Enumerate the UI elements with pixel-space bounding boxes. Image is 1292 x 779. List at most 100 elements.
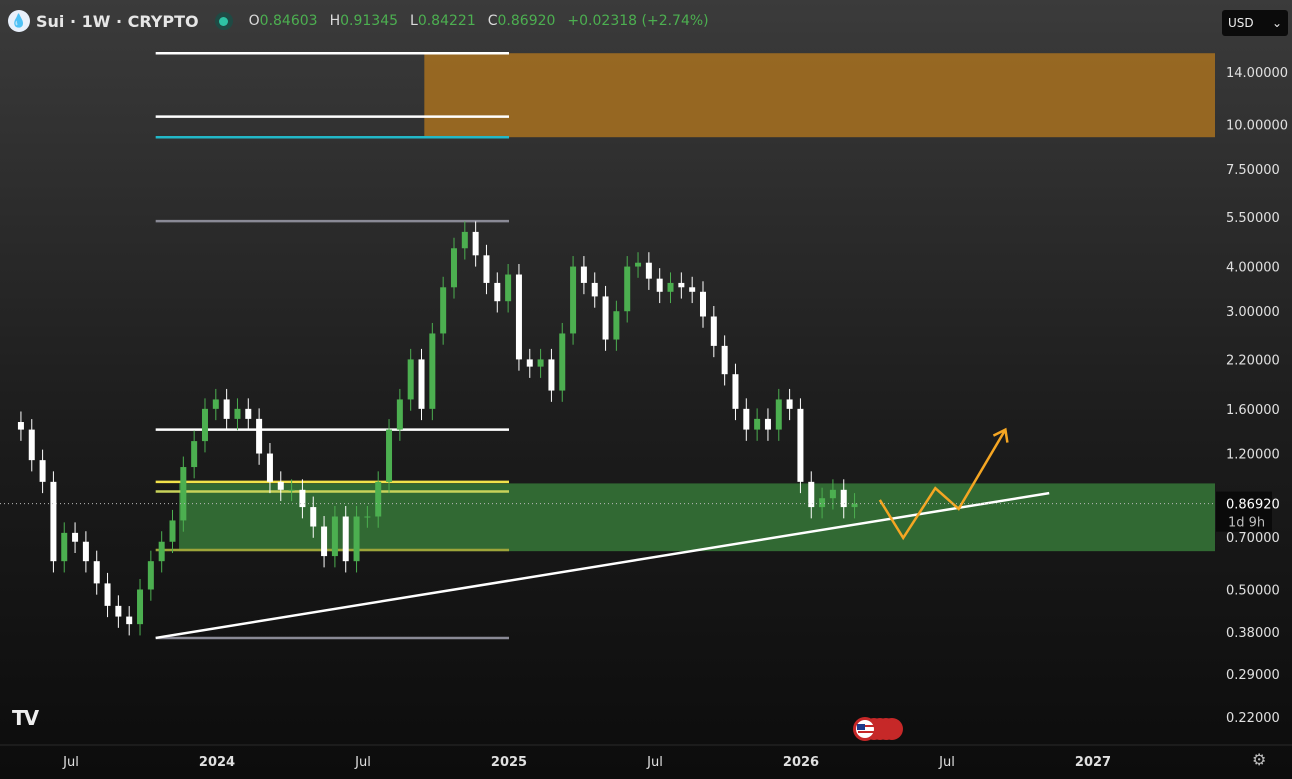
change-value: +0.02318 (+2.74%)	[567, 13, 709, 29]
currency-select[interactable]: USD ⌄	[1222, 10, 1288, 36]
close-value: C0.86920	[487, 13, 556, 29]
candle-body	[743, 408, 750, 430]
y-tick-label: 0.38000	[1226, 626, 1280, 641]
candle-body	[580, 266, 587, 283]
price-chart[interactable]: 14.00000 10.00000 7.50000 5.50000 4.00000 3.0…	[0, 0, 1292, 779]
settings-gear-icon[interactable]: ⚙	[1252, 750, 1266, 769]
y-tick-label: 3.00000	[1226, 305, 1280, 320]
candle-body	[342, 516, 349, 562]
candle-body	[689, 287, 696, 292]
candle-body	[288, 489, 295, 491]
candle-body	[147, 561, 154, 590]
candle-body	[28, 429, 35, 461]
y-tick-label: 0.50000	[1226, 583, 1280, 598]
candle-body	[82, 541, 89, 562]
x-tick-label: Jul	[646, 755, 663, 770]
candle-body	[829, 489, 836, 499]
candle-body	[635, 262, 642, 267]
tradingview-logo[interactable]: TV	[12, 706, 39, 730]
candle-body	[245, 408, 252, 419]
y-tick-label: 14.00000	[1226, 66, 1288, 81]
candle-body	[450, 248, 457, 288]
candle-body	[180, 467, 187, 521]
candle-body	[624, 266, 631, 312]
candle-body	[515, 274, 522, 360]
candle-body	[256, 418, 263, 454]
candle-body	[126, 616, 133, 625]
candle-body	[72, 532, 79, 542]
candle-body	[754, 418, 761, 430]
candle-body	[472, 231, 479, 256]
candle-body	[17, 422, 24, 430]
candle-body	[321, 526, 328, 557]
y-tick-label: 1.60000	[1226, 403, 1280, 418]
candle-body	[50, 481, 57, 562]
x-tick-label: 2024	[199, 755, 235, 770]
economic-events-flag-icon[interactable]	[852, 716, 904, 742]
market-status-icon	[214, 12, 233, 30]
candle-body	[808, 481, 815, 508]
candle-body	[364, 516, 371, 518]
candle-body	[169, 520, 176, 542]
candle-body	[710, 316, 717, 346]
chart-window: 14.00000 10.00000 7.50000 5.50000 4.00000 3.0…	[0, 0, 1292, 779]
low-value: L0.84221	[410, 13, 476, 29]
legend-header: 💧 Sui · 1W · CRYPTO O0.84603 H0.91345 L0…	[8, 6, 709, 36]
candle-body	[223, 399, 230, 419]
candle-body	[440, 287, 447, 334]
candle-body	[721, 345, 728, 375]
candle-body	[104, 583, 111, 606]
x-tick-label: 2027	[1075, 755, 1111, 770]
y-tick-label: 0.29000	[1226, 668, 1280, 683]
candle-body	[797, 408, 804, 482]
candle-body	[461, 231, 468, 249]
candle-body	[678, 282, 685, 288]
candle-body	[786, 399, 793, 409]
candle-body	[375, 481, 382, 517]
candle-body	[602, 296, 609, 340]
x-tick-label: 2025	[491, 755, 527, 770]
candle-body	[840, 489, 847, 508]
candle-body	[407, 359, 414, 400]
y-tick-label: 1.20000	[1226, 448, 1280, 463]
orange-zone	[424, 53, 1215, 138]
candle-body	[764, 418, 771, 430]
y-tick-label: 0.22000	[1226, 711, 1280, 726]
candle-body	[299, 489, 306, 508]
candle-body	[61, 532, 68, 562]
candle-body	[310, 507, 317, 527]
y-tick-label: 0.70000	[1226, 531, 1280, 546]
candle-body	[191, 441, 198, 468]
bar-countdown-label: 1d 9h	[1228, 516, 1265, 531]
candle-body	[526, 359, 533, 367]
candle-body	[699, 291, 706, 317]
candle-body	[537, 359, 544, 367]
x-tick-label: Jul	[938, 755, 955, 770]
sui-logo-icon: 💧	[8, 10, 30, 32]
candle-body	[732, 374, 739, 409]
candle-body	[505, 274, 512, 302]
candle-body	[656, 278, 663, 292]
candle-body	[819, 498, 826, 508]
candle-body	[775, 399, 782, 430]
candle-body	[266, 453, 273, 482]
candle-body	[494, 282, 501, 302]
y-tick-label: 10.00000	[1226, 118, 1288, 133]
candle-body	[115, 605, 122, 617]
candle-body	[548, 359, 555, 391]
candle-body	[39, 460, 46, 482]
x-tick-label: Jul	[62, 755, 79, 770]
candle-body	[137, 589, 144, 625]
x-tick-label: Jul	[354, 755, 371, 770]
open-value: O0.84603	[248, 13, 318, 29]
candle-body	[429, 333, 436, 409]
x-tick-label: 2026	[783, 755, 819, 770]
y-tick-label: 5.50000	[1226, 211, 1280, 226]
candle-body	[851, 503, 858, 508]
y-tick-label: 4.00000	[1226, 261, 1280, 276]
chevron-down-icon: ⌄	[1271, 16, 1282, 30]
current-price-label: 0.86920	[1226, 498, 1280, 513]
candle-body	[483, 255, 490, 283]
y-tick-label: 2.20000	[1226, 353, 1280, 368]
symbol-title[interactable]: Sui · 1W · CRYPTO	[36, 12, 199, 31]
